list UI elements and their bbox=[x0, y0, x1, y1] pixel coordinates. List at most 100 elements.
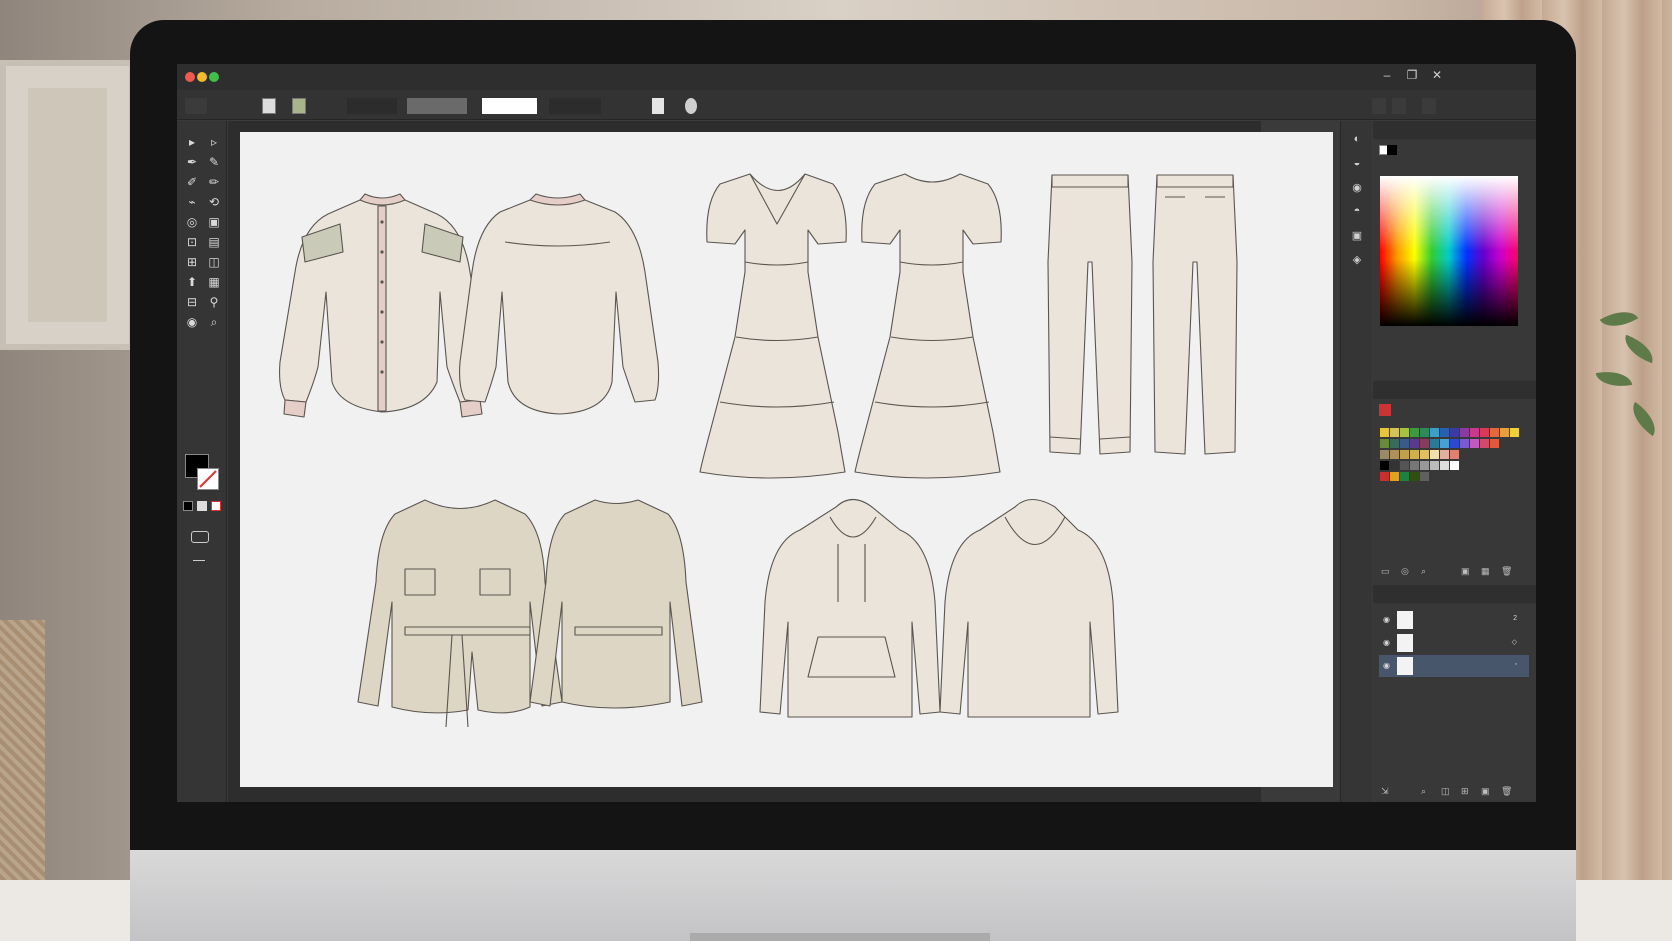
color-swatch[interactable] bbox=[1380, 428, 1389, 437]
layer-target-indicator[interactable]: ◦ bbox=[1515, 661, 1517, 668]
artboard-tool-icon[interactable]: ⊟ bbox=[183, 293, 201, 311]
color-swatch[interactable] bbox=[1460, 428, 1469, 437]
color-swatch[interactable] bbox=[1400, 428, 1409, 437]
stroke-color-icon[interactable] bbox=[292, 98, 306, 114]
stroke-swatch[interactable] bbox=[197, 468, 219, 490]
color-spectrum[interactable] bbox=[1380, 176, 1518, 326]
pen-tool-icon[interactable]: ✒ bbox=[183, 153, 201, 171]
layer-row[interactable]: ◉ ◦ bbox=[1379, 655, 1529, 677]
gradient-tool-icon[interactable]: ▤ bbox=[205, 233, 223, 251]
brushes-panel-icon[interactable]: ◓ bbox=[1350, 205, 1364, 219]
color-swatch[interactable] bbox=[1430, 439, 1439, 448]
mesh-tool-icon[interactable]: ⊞ bbox=[183, 253, 201, 271]
layer-row[interactable]: ◉ 2 bbox=[1379, 609, 1529, 631]
color-swatch[interactable] bbox=[1470, 428, 1479, 437]
color-stroke-icon[interactable] bbox=[1387, 145, 1397, 155]
zoom-tool-icon[interactable]: ⌕ bbox=[205, 313, 223, 331]
fill-color-icon[interactable] bbox=[262, 98, 276, 114]
color-swatch[interactable] bbox=[1450, 439, 1459, 448]
color-swatch[interactable] bbox=[1400, 472, 1409, 481]
swatch-kind-icon[interactable]: ◎ bbox=[1401, 566, 1409, 577]
maximize-window-button[interactable]: ❐ bbox=[1402, 68, 1422, 82]
panel-menu-icon[interactable] bbox=[1422, 98, 1436, 114]
color-swatch[interactable] bbox=[1410, 428, 1419, 437]
color-swatch[interactable] bbox=[1440, 450, 1449, 459]
color-swatch[interactable] bbox=[1450, 450, 1459, 459]
color-swatch[interactable] bbox=[1430, 450, 1439, 459]
width-tool-icon[interactable]: ⬆ bbox=[183, 273, 201, 291]
align-panel-icon[interactable]: ◈ bbox=[1350, 253, 1364, 267]
color-swatch[interactable] bbox=[1420, 450, 1429, 459]
symbols-panel-icon[interactable]: ▣ bbox=[1350, 229, 1364, 243]
recolor-icon[interactable] bbox=[685, 98, 697, 114]
color-swatch[interactable] bbox=[1380, 472, 1389, 481]
color-swatch[interactable] bbox=[1380, 439, 1389, 448]
color-swatch[interactable] bbox=[1390, 439, 1399, 448]
layer-row[interactable]: ◉ ◇ bbox=[1379, 632, 1529, 654]
color-swatch[interactable] bbox=[1390, 472, 1399, 481]
libraries-panel-icon[interactable]: ◒ bbox=[1350, 157, 1364, 171]
color-swatch[interactable] bbox=[1430, 428, 1439, 437]
color-swatch[interactable] bbox=[1500, 428, 1509, 437]
delete-swatch-icon[interactable]: 🗑 bbox=[1501, 566, 1512, 577]
color-swatch[interactable] bbox=[1470, 439, 1479, 448]
direct-selection-tool-icon[interactable]: ▹ bbox=[205, 133, 223, 151]
color-mode-icon[interactable] bbox=[183, 501, 193, 511]
shape-builder-tool-icon[interactable]: ⊡ bbox=[183, 233, 201, 251]
new-swatch-icon[interactable]: ▦ bbox=[1481, 566, 1490, 577]
color-swatch[interactable] bbox=[1440, 439, 1449, 448]
color-swatch[interactable] bbox=[1480, 439, 1489, 448]
brush-definition-dropdown[interactable] bbox=[482, 98, 537, 114]
color-swatch[interactable] bbox=[1490, 428, 1499, 437]
locate-object-icon[interactable]: ⌕ bbox=[1421, 786, 1426, 797]
color-swatch[interactable] bbox=[1510, 428, 1519, 437]
color-swatch[interactable] bbox=[1400, 461, 1409, 470]
visibility-eye-icon[interactable]: ◉ bbox=[1383, 661, 1390, 670]
create-sublayer-icon[interactable]: ⊞ bbox=[1461, 786, 1469, 797]
close-window-button[interactable]: ✕ bbox=[1427, 68, 1447, 82]
pencil-tool-icon[interactable]: ✏ bbox=[205, 173, 223, 191]
color-swatch[interactable] bbox=[1400, 439, 1409, 448]
color-swatch[interactable] bbox=[1420, 472, 1429, 481]
swatch-library-icon[interactable]: ▭ bbox=[1381, 566, 1390, 577]
hand-tool-icon[interactable]: ◉ bbox=[183, 313, 201, 331]
color-swatch[interactable] bbox=[1380, 450, 1389, 459]
color-swatch[interactable] bbox=[1490, 439, 1499, 448]
color-swatch[interactable] bbox=[1390, 450, 1399, 459]
symbol-sprayer-tool-icon[interactable]: ▦ bbox=[205, 273, 223, 291]
color-swatch[interactable] bbox=[1450, 428, 1459, 437]
swatch-none-icon[interactable] bbox=[1379, 404, 1391, 416]
transform-menu-icon[interactable] bbox=[185, 98, 207, 114]
new-swatch-group-icon[interactable]: ▣ bbox=[1461, 566, 1470, 577]
share-icon[interactable] bbox=[1392, 98, 1406, 114]
type-tool-icon[interactable]: ✐ bbox=[183, 173, 201, 191]
color-swatch[interactable] bbox=[1420, 439, 1429, 448]
new-layer-icon[interactable]: ▣ bbox=[1481, 786, 1490, 797]
stroke-weight-field[interactable] bbox=[347, 98, 397, 114]
artboard[interactable] bbox=[240, 132, 1333, 787]
color-swatch[interactable] bbox=[1410, 450, 1419, 459]
color-swatch[interactable] bbox=[1420, 428, 1429, 437]
export-icon[interactable]: ⇲ bbox=[1381, 786, 1389, 797]
screen-mode-icon[interactable] bbox=[193, 553, 205, 561]
minimize-window-button[interactable]: – bbox=[1377, 68, 1397, 82]
gradient-mode-icon[interactable] bbox=[197, 501, 207, 511]
color-swatch[interactable] bbox=[1420, 461, 1429, 470]
appearance-panel-icon[interactable]: ◉ bbox=[1350, 181, 1364, 195]
color-swatch[interactable] bbox=[1410, 439, 1419, 448]
curvature-tool-icon[interactable]: ✎ bbox=[205, 153, 223, 171]
visibility-eye-icon[interactable]: ◉ bbox=[1383, 615, 1390, 624]
free-transform-tool-icon[interactable]: ◫ bbox=[205, 253, 223, 271]
color-swatch[interactable] bbox=[1450, 461, 1459, 470]
variable-width-dropdown[interactable] bbox=[407, 98, 467, 114]
close-dot-icon[interactable] bbox=[185, 72, 195, 82]
properties-panel-icon[interactable]: ◐ bbox=[1350, 133, 1364, 147]
color-swatch[interactable] bbox=[1400, 450, 1409, 459]
ellipse-tool-icon[interactable]: ◎ bbox=[183, 213, 201, 231]
swatch-search-icon[interactable]: ⌕ bbox=[1421, 566, 1426, 577]
make-clipping-mask-icon[interactable]: ◫ bbox=[1441, 786, 1450, 797]
opacity-field[interactable] bbox=[549, 98, 601, 114]
color-swatch[interactable] bbox=[1410, 472, 1419, 481]
eyedropper-tool-icon[interactable]: ⚲ bbox=[205, 293, 223, 311]
rectangle-tool-icon[interactable]: ▣ bbox=[205, 213, 223, 231]
